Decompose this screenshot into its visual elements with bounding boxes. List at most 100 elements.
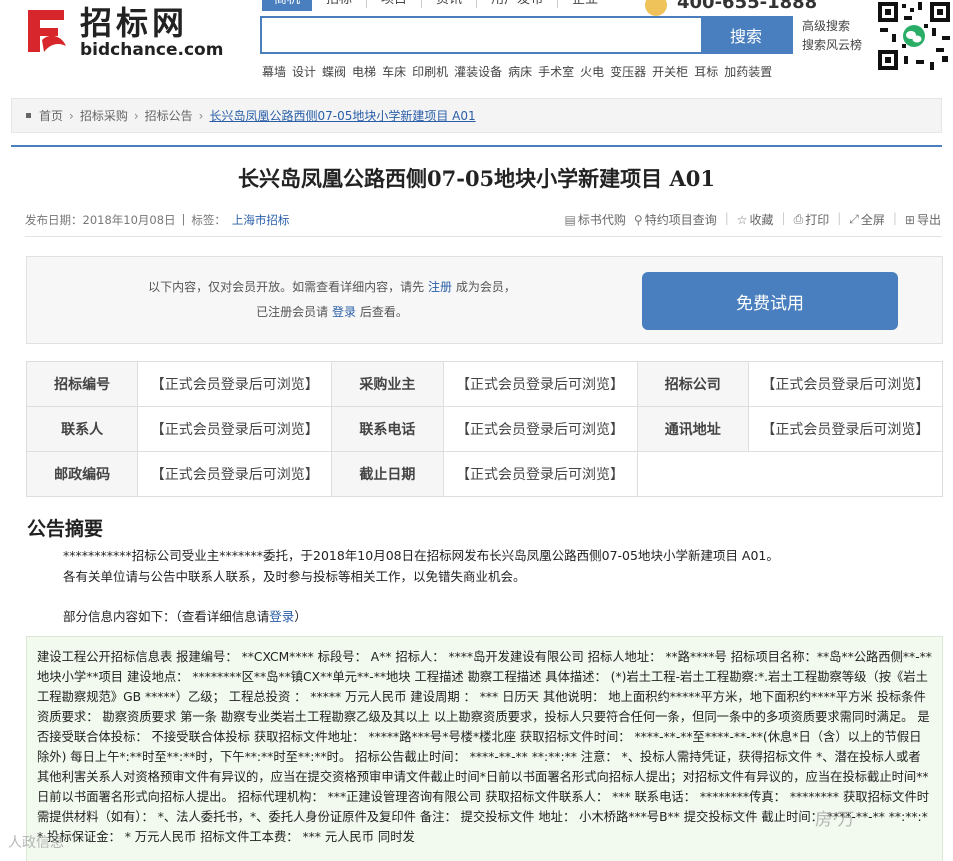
chevron-right-icon: › xyxy=(133,108,139,123)
search-input[interactable] xyxy=(262,18,701,52)
hot-keyword[interactable]: 幕墙 xyxy=(262,63,286,80)
tool-divider: | xyxy=(781,211,786,225)
star-icon: ☆ xyxy=(736,212,748,227)
notice-text: 已注册会员请 xyxy=(256,305,329,319)
value-phone: 【正式会员登录后可浏览】 xyxy=(442,406,638,452)
hot-keyword[interactable]: 变压器 xyxy=(610,63,646,80)
value-bid-number: 【正式会员登录后可浏览】 xyxy=(137,361,333,407)
chevron-right-icon: › xyxy=(69,108,74,123)
tab-qiye[interactable]: 企业 xyxy=(558,0,612,11)
label-bid-number: 招标编号 xyxy=(25,361,139,407)
value-agency: 【正式会员登录后可浏览】 xyxy=(747,361,944,407)
hot-keywords: 幕墙 设计 蝶阀 电梯 车床 印刷机 灌装设备 病床 手术室 火电 变压器 开关… xyxy=(262,63,772,80)
label-postcode: 邮政编码 xyxy=(25,451,139,497)
logo-text-cn: 招标网 xyxy=(80,4,189,42)
hot-keyword[interactable]: 设计 xyxy=(292,63,316,80)
publish-meta: 发布日期：2018年10月08日 | 标签： 上海市招标 xyxy=(25,212,289,228)
top-nav-tabs: 商机 招标 项目 资讯 用户发布 企业 xyxy=(262,0,612,12)
hot-keyword[interactable]: 蝶阀 xyxy=(322,63,346,80)
hotline: 400-655-1888 xyxy=(645,0,818,16)
logo-mark-icon xyxy=(28,10,66,52)
label-phone: 联系电话 xyxy=(331,406,444,452)
table-row: 招标编号 【正式会员登录后可浏览】 采购业主 【正式会员登录后可浏览】 招标公司… xyxy=(25,361,944,407)
login-link[interactable]: 登录 xyxy=(332,305,356,319)
notice-text: 成为会员， xyxy=(455,280,516,294)
notice-text: 后查看。 xyxy=(359,305,408,319)
register-link[interactable]: 注册 xyxy=(428,280,452,294)
special-project-search-button[interactable]: ⚲ 特约项目查询 xyxy=(634,211,717,228)
customer-service-icon xyxy=(645,0,667,16)
table-row: 联系人 【正式会员登录后可浏览】 联系电话 【正式会员登录后可浏览】 通讯地址 … xyxy=(25,406,944,452)
printer-icon: ⎙ xyxy=(793,212,804,226)
print-button[interactable]: ⎙ 打印 xyxy=(794,211,830,228)
meta-divider-line xyxy=(25,236,942,237)
tag-link[interactable]: 上海市招标 xyxy=(232,212,290,228)
hot-keyword[interactable]: 手术室 xyxy=(538,63,574,80)
search-ranking-link[interactable]: 搜索风云榜 xyxy=(802,36,862,55)
page-title: 长兴岛凤凰公路西侧07-05地块小学新建项目 A01 xyxy=(238,166,715,191)
search-button[interactable]: 搜索 xyxy=(701,18,791,52)
watermark: 人政信息 xyxy=(8,835,64,851)
tool-divider: | xyxy=(837,211,842,225)
hot-keyword[interactable]: 电梯 xyxy=(352,63,376,80)
hotline-number: 400-655-1888 xyxy=(677,0,818,13)
search-links: 高级搜索 搜索风云榜 xyxy=(802,17,862,55)
qr-code-icon xyxy=(876,0,952,72)
content-top-divider xyxy=(11,145,942,147)
detail-content: 建设工程公开招标信息表 报建编号： **CXCM**** 标段号： A** 招标… xyxy=(26,636,943,861)
summary-line: ***********招标公司受业主*******委托，于2018年10月08日… xyxy=(63,548,779,563)
tab-xiangmu[interactable]: 项目 xyxy=(367,0,421,11)
tab-zhaobiao[interactable]: 招标 xyxy=(312,0,366,11)
favorite-button[interactable]: ☆ 收藏 xyxy=(737,211,774,228)
tab-user-publish[interactable]: 用户发布 xyxy=(477,0,557,11)
summary-line: 各有关单位请与公告中联系人联系，及时参与投标等相关工作，以免错失商业机会。 xyxy=(63,569,526,584)
fullscreen-button[interactable]: ⤢ 全屏 xyxy=(849,211,885,228)
tool-divider: | xyxy=(892,211,897,225)
document-icon: ▤ xyxy=(564,212,576,227)
breadcrumb-announcement[interactable]: 招标公告 xyxy=(145,107,193,124)
notice-text: 以下内容，仅对会员开放。如需查看详细内容，请先 xyxy=(148,280,425,294)
tab-shangji[interactable]: 商机 xyxy=(262,0,313,11)
member-notice-text: 以下内容，仅对会员开放。如需查看详细内容，请先 注册 成为会员， 已注册会员请 … xyxy=(27,275,637,325)
member-notice-line1: 以下内容，仅对会员开放。如需查看详细内容，请先 注册 成为会员， xyxy=(27,275,637,300)
article-tools: ▤ 标书代购 ⚲ 特约项目查询 | ☆ 收藏 | ⎙ 打印 | ⤢ 全屏 | ⊞ 导出 xyxy=(565,211,941,228)
site-logo[interactable]: 招标网 bidchance.com xyxy=(20,4,225,60)
breadcrumb-home[interactable]: 首页 xyxy=(39,107,63,124)
hot-keyword[interactable]: 印刷机 xyxy=(412,63,448,80)
tool-divider: | xyxy=(724,211,729,225)
label-deadline: 截止日期 xyxy=(331,451,444,497)
watermark: 房·万 xyxy=(815,810,855,830)
hot-keyword[interactable]: 病床 xyxy=(508,63,532,80)
hot-keyword[interactable]: 加药装置 xyxy=(724,63,772,80)
tab-zixun[interactable]: 资讯 xyxy=(422,0,476,11)
hot-keyword[interactable]: 耳标 xyxy=(694,63,718,80)
bullet-icon xyxy=(26,113,31,118)
search-icon: ⚲ xyxy=(633,212,643,227)
free-trial-button[interactable]: 免费试用 xyxy=(642,272,898,330)
partial-info-line: 部分信息内容如下：（查看详细信息请登录） xyxy=(63,606,307,625)
empty-cell xyxy=(636,451,944,497)
export-button[interactable]: ⊞ 导出 xyxy=(905,211,941,228)
tool-label: 标书代购 xyxy=(577,213,626,227)
purchase-bid-doc-button[interactable]: ▤ 标书代购 xyxy=(565,211,626,228)
breadcrumb-current[interactable]: 长兴岛凤凰公路西侧07-05地块小学新建项目 A01 xyxy=(209,107,475,124)
advanced-search-link[interactable]: 高级搜索 xyxy=(802,17,862,36)
label-address: 通讯地址 xyxy=(636,406,749,452)
meta-divider: | xyxy=(181,212,186,226)
detail-login-link[interactable]: 登录 xyxy=(269,609,294,624)
site-header: 招标网 bidchance.com 商机 招标 项目 资讯 用户发布 企业 40… xyxy=(0,0,953,86)
summary-text: ***********招标公司受业主*******委托，于2018年10月08日… xyxy=(63,545,943,587)
member-notice-line2: 已注册会员请 登录 后查看。 xyxy=(27,300,637,325)
hot-keyword[interactable]: 开关柜 xyxy=(652,63,688,80)
label-agency: 招标公司 xyxy=(636,361,749,407)
value-contact: 【正式会员登录后可浏览】 xyxy=(137,406,333,452)
hot-keyword[interactable]: 火电 xyxy=(580,63,604,80)
value-address: 【正式会员登录后可浏览】 xyxy=(747,406,944,452)
fullscreen-icon: ⤢ xyxy=(849,212,859,226)
bid-info-table: 招标编号 【正式会员登录后可浏览】 采购业主 【正式会员登录后可浏览】 招标公司… xyxy=(25,361,944,497)
breadcrumb-procurement[interactable]: 招标采购 xyxy=(80,107,128,124)
hot-keyword[interactable]: 车床 xyxy=(382,63,406,80)
value-owner: 【正式会员登录后可浏览】 xyxy=(442,361,638,407)
hot-keyword[interactable]: 灌装设备 xyxy=(454,63,502,80)
tool-label: 打印 xyxy=(805,213,830,227)
